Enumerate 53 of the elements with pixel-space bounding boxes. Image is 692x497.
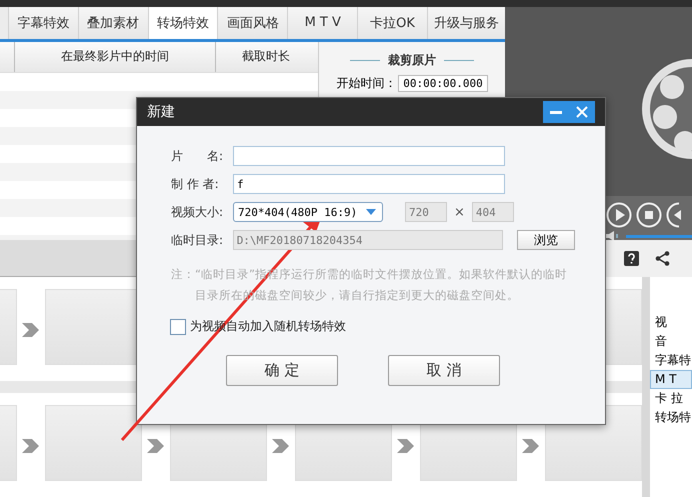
- checkbox[interactable]: [170, 318, 186, 334]
- tab[interactable]: 转场特效: [148, 6, 218, 39]
- list-item[interactable]: M T: [650, 370, 692, 389]
- dialog-title: 新建: [147, 103, 175, 121]
- tab[interactable]: 叠加素材: [78, 6, 148, 39]
- temp-dir-field[interactable]: D:\MF20180718204354: [232, 230, 504, 250]
- times-sign: ×: [454, 204, 465, 220]
- column-header: 截取时长: [215, 42, 316, 72]
- chevron-icon: [147, 439, 165, 453]
- list-item[interactable]: 字幕特: [650, 351, 692, 370]
- author-field[interactable]: f: [233, 174, 505, 194]
- chevron-icon: [272, 439, 290, 453]
- share-icon[interactable]: [655, 251, 670, 266]
- field-label: 开始时间：: [336, 74, 396, 92]
- close-icon: [576, 106, 588, 118]
- tab[interactable]: 字幕特效: [8, 6, 78, 39]
- tab[interactable]: 卡拉OK: [357, 6, 427, 39]
- field-label: 临时目录:: [171, 232, 224, 248]
- section-title: 裁剪原片: [350, 52, 474, 69]
- chevron-icon: [522, 439, 540, 453]
- chevron-icon: [22, 439, 40, 453]
- chevron-icon: [22, 323, 40, 337]
- size-dropdown[interactable]: 720*404(480P 16:9): [233, 202, 383, 222]
- play-icon[interactable]: [606, 202, 632, 228]
- dropdown-arrow-icon: [366, 209, 376, 215]
- list-item[interactable]: 卡 拉: [650, 389, 692, 408]
- width-field[interactable]: 720: [405, 202, 447, 222]
- rewind-icon[interactable]: [666, 202, 684, 228]
- tab[interactable]: 画面风格: [217, 6, 288, 39]
- title-field[interactable]: [233, 146, 505, 166]
- speaker-icon[interactable]: [606, 231, 620, 242]
- cancel-button[interactable]: 取 消: [388, 355, 500, 386]
- clip-slot[interactable]: [45, 405, 142, 481]
- field-label: 视频大小:: [171, 204, 224, 220]
- list-item[interactable]: 转场特: [650, 408, 692, 427]
- chevron-icon: [397, 439, 415, 453]
- time-field[interactable]: 00:00:00.000: [398, 74, 488, 92]
- help-icon[interactable]: [624, 251, 639, 266]
- volume-slider[interactable]: [626, 234, 692, 238]
- height-field[interactable]: 404: [472, 202, 514, 222]
- tab[interactable]: 升级与服务: [426, 6, 505, 39]
- minimize-icon: [550, 110, 562, 114]
- field-label: 片 名:: [171, 148, 224, 164]
- list-item[interactable]: 音: [650, 332, 692, 351]
- note-label: 注：: [171, 266, 195, 283]
- stop-icon[interactable]: [636, 202, 662, 228]
- column-header: 在最终影片中的时间: [14, 42, 215, 72]
- ok-button[interactable]: 确 定: [226, 355, 338, 386]
- field-label: 制 作 者:: [171, 176, 220, 192]
- browse-button[interactable]: 浏览: [517, 230, 576, 250]
- tab[interactable]: M T V: [287, 6, 358, 39]
- film-reel-icon: [640, 56, 692, 161]
- list-item[interactable]: 视: [650, 313, 692, 332]
